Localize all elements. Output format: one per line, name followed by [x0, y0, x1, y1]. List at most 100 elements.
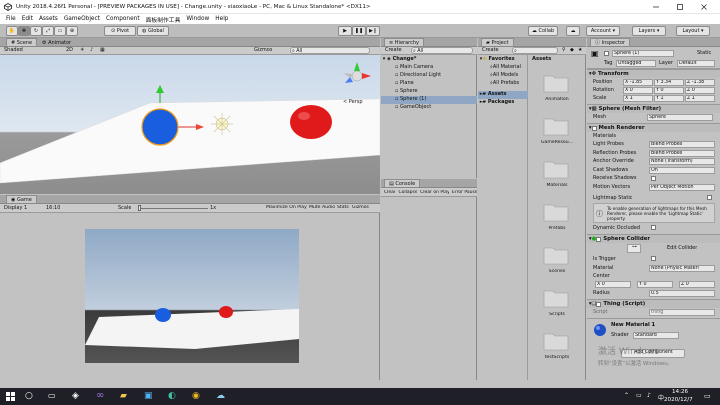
mesh-renderer-row-value[interactable]: Per Object Motion — [649, 183, 715, 191]
object-name-field[interactable]: Sphere (1) — [612, 50, 674, 57]
rotate-tool-button[interactable]: ↻ — [30, 26, 42, 36]
sphere-collider-checkbox[interactable] — [596, 236, 602, 242]
hierarchy-item[interactable]: ▫ GameObject — [381, 104, 477, 112]
sphere-collider-header[interactable]: ▾ ● Sphere Collider — [587, 234, 720, 243]
effects-icon[interactable]: ▦ — [100, 47, 105, 53]
scene-search-input[interactable]: ⌕ All — [290, 47, 370, 54]
mesh-field[interactable]: Sphere — [647, 114, 713, 121]
mode-2d-toggle[interactable]: 2D — [66, 47, 73, 53]
menu-file[interactable]: File — [6, 16, 16, 22]
layers-dropdown[interactable]: Layers ▾ — [632, 26, 666, 36]
mesh-renderer-checkbox[interactable] — [591, 125, 597, 131]
cloud-app-icon[interactable]: ☁ — [216, 391, 225, 401]
mesh-renderer-header[interactable]: ▾ Mesh Renderer — [587, 123, 720, 132]
assets-row[interactable]: ▸▰ Assets — [478, 91, 528, 99]
filter-type-icon[interactable]: ⚲ — [562, 47, 566, 53]
dynamic-occluded-checkbox[interactable] — [651, 225, 656, 230]
is-trigger-checkbox[interactable] — [651, 256, 656, 261]
rect-tool-button[interactable]: ▭ — [54, 26, 66, 36]
center-z-field[interactable]: Z 0 — [679, 281, 715, 288]
favorite-item[interactable]: ⌕All Material — [478, 64, 528, 72]
notification-icon[interactable]: ▭ — [704, 392, 711, 400]
menu-assets[interactable]: Assets — [39, 16, 58, 22]
lighting-icon[interactable]: ☀ — [80, 47, 84, 53]
audio-icon[interactable]: ♪ — [90, 47, 93, 53]
tag-dropdown[interactable]: Untagged — [616, 60, 656, 67]
script-field[interactable]: thing — [649, 309, 715, 316]
scale-y-field[interactable]: Y 1 — [654, 95, 684, 102]
chrome-icon[interactable]: ◉ — [192, 391, 200, 401]
menu-help[interactable]: Help — [215, 16, 228, 22]
console-error-pause-button[interactable]: Error Pause — [452, 190, 477, 195]
packages-row[interactable]: ▸▰ Packages — [478, 99, 528, 107]
menu-component[interactable]: Component — [106, 16, 140, 22]
pause-button[interactable]: ❚❚ — [352, 26, 366, 36]
folder-icon[interactable] — [543, 329, 569, 351]
favorite-item[interactable]: ⌕All Models — [478, 72, 528, 80]
folder-icon[interactable] — [543, 243, 569, 265]
chevron-up-icon[interactable]: ⌃ — [624, 392, 629, 399]
hierarchy-create-button[interactable]: Create — [385, 47, 402, 53]
clock-time[interactable]: 14:26 — [672, 389, 688, 395]
position-y-field[interactable]: Y 3.34 — [654, 79, 684, 86]
hierarchy-scene-row[interactable]: ▾ ◈ Change* — [381, 56, 477, 64]
mesh-filter-header[interactable]: ▾ ▦ Sphere (Mesh Filter) — [587, 104, 720, 113]
lightmap-static-checkbox[interactable] — [707, 195, 712, 200]
scale-slider[interactable] — [138, 208, 208, 209]
clock-date[interactable]: 2020/12/7 — [664, 397, 693, 403]
persp-label[interactable]: < Persp — [343, 99, 363, 105]
scale-tool-button[interactable]: ⤢ — [42, 26, 54, 36]
menu-gameobject[interactable]: GameObject — [64, 16, 100, 22]
static-toggle[interactable]: Static — [697, 50, 711, 56]
console-collapse-button[interactable]: Collapse — [398, 190, 417, 195]
maximize-on-play-toggle[interactable]: Maximize On Play — [266, 205, 307, 210]
mesh-renderer-row-value[interactable]: On — [649, 166, 715, 174]
tab-scene[interactable]: # Scene — [6, 38, 38, 46]
layout-dropdown[interactable]: Layout ▾ — [676, 26, 710, 36]
gizmos-dropdown[interactable]: Gizmos — [254, 47, 272, 53]
scale-x-field[interactable]: X 1 — [623, 95, 653, 102]
filter-label-icon[interactable]: ◆ — [570, 47, 574, 53]
mesh-renderer-row-value[interactable]: Blend Probes — [649, 141, 715, 148]
project-search-input[interactable]: ⌕ — [512, 47, 558, 54]
favorites-row[interactable]: ▾★ Favorites — [478, 56, 528, 64]
menu-custom-tools[interactable]: 面板制作工具 — [146, 15, 181, 24]
hierarchy-item[interactable]: ▫ Main Camera — [381, 64, 477, 72]
project-create-button[interactable]: Create — [482, 47, 499, 53]
scale-z-field[interactable]: Z 1 — [685, 95, 715, 102]
close-icon[interactable] — [698, 2, 710, 12]
visual-studio-icon[interactable]: ∞ — [96, 390, 104, 401]
tab-game[interactable]: ◉ Game — [6, 195, 37, 203]
folder-icon[interactable] — [543, 114, 569, 136]
mesh-renderer-row-value[interactable]: Blend Probes — [649, 149, 715, 157]
tab-animator[interactable]: ⚙ Animator — [37, 38, 77, 46]
radius-field[interactable]: 0.5 — [649, 290, 715, 297]
scene-viewport[interactable]: < Persp — [0, 55, 380, 194]
unity-taskbar-icon[interactable]: ◈ — [72, 391, 79, 401]
folder-icon[interactable] — [543, 71, 569, 93]
folder-icon[interactable] — [543, 200, 569, 222]
menu-edit[interactable]: Edit — [22, 16, 33, 22]
collider-material-field[interactable]: None (Physic Materi — [649, 265, 715, 272]
center-y-field[interactable]: Y 0 — [637, 281, 673, 288]
edit-collider-button[interactable]: ⊶ — [627, 244, 641, 253]
edge-icon[interactable]: ◐ — [168, 391, 176, 401]
hand-tool-button[interactable]: ✋ — [6, 26, 18, 36]
menu-window[interactable]: Window — [186, 16, 209, 22]
materials-foldout[interactable]: Materials — [593, 133, 616, 139]
task-view-icon[interactable]: ▭ — [48, 391, 56, 400]
stats-toggle[interactable]: Stats — [337, 205, 349, 210]
network-icon[interactable]: ▭ — [636, 392, 642, 399]
favorite-item[interactable]: ⌕All Prefabs — [478, 80, 528, 88]
transform-header[interactable]: ▾ ✥ Transform — [587, 69, 720, 78]
hierarchy-item[interactable]: ▫ Sphere — [381, 88, 477, 96]
rotation-x-field[interactable]: X 0 — [623, 87, 653, 94]
folder-icon[interactable] — [543, 157, 569, 179]
mute-audio-toggle[interactable]: Mute Audio — [309, 205, 335, 210]
console-clear-on-play-button[interactable]: Clear on Play — [420, 190, 449, 195]
move-tool-button[interactable]: ✥ — [18, 26, 30, 36]
star-icon[interactable]: ★ — [578, 47, 582, 53]
shading-dropdown[interactable]: Shaded — [4, 47, 23, 53]
file-explorer-icon[interactable]: ▰ — [120, 391, 127, 401]
maximize-icon[interactable] — [674, 2, 686, 12]
